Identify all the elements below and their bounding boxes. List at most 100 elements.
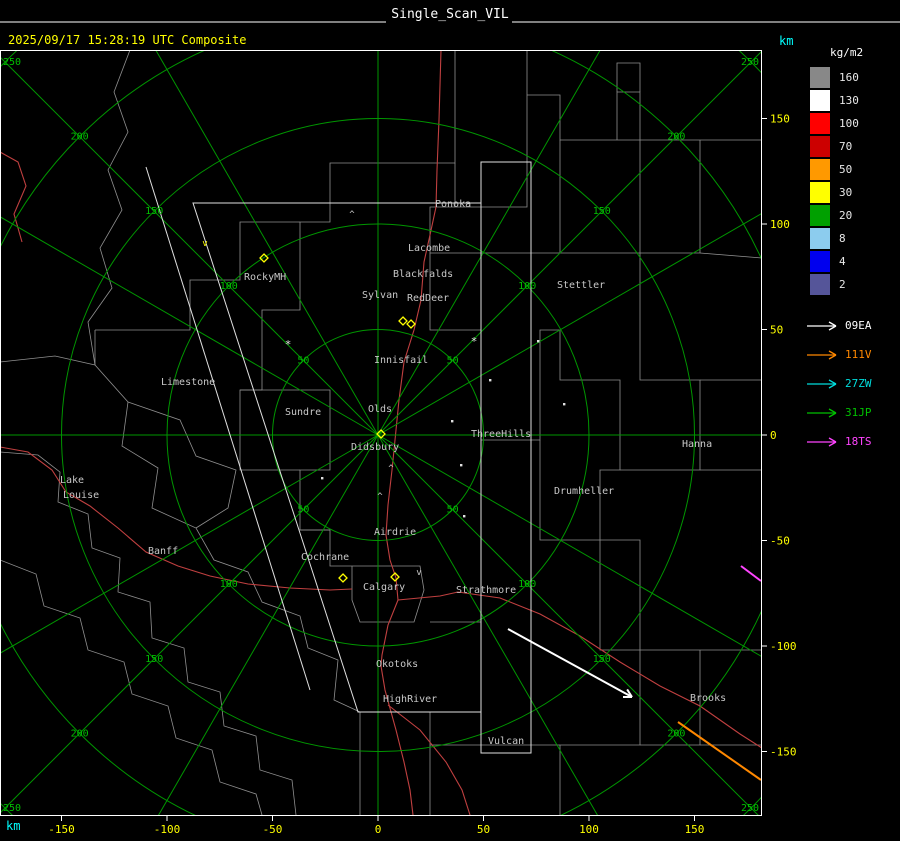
city-label: Sylvan (362, 290, 398, 301)
azimuth-spoke (0, 216, 379, 436)
legend-scale-value: 8 (839, 231, 846, 245)
highway-line (0, 151, 27, 243)
legend-color-swatch (810, 135, 830, 157)
range-ring (0, 50, 762, 816)
county-boundary (620, 253, 701, 471)
county-boundary (0, 451, 297, 816)
legend-scale-value: 2 (839, 277, 846, 291)
county-boundary (640, 140, 701, 254)
city-label: HighRiver (383, 694, 437, 705)
city-label: RedDeer (407, 293, 449, 304)
county-boundary (481, 329, 560, 441)
ring-distance-label: 250 (3, 57, 21, 68)
legend-panel: kg/m2 160 130 100 70 50 30 20 8 4 2 09EA 111V 27ZW 3… (800, 46, 900, 456)
ring-distance-label: 50 (447, 505, 459, 516)
track-legend-row: 18TS (800, 427, 900, 456)
county-boundary (87, 50, 131, 366)
legend-scale-row: 20 (800, 204, 900, 226)
county-boundary (559, 650, 641, 815)
legend-units-label: kg/m2 (830, 46, 864, 59)
asterisk-marker: * (471, 335, 478, 348)
timestamp-label: 2025/09/17 15:28:19 UTC Composite (8, 33, 247, 47)
ring-distance-label: 50 (447, 355, 459, 366)
ring-distance-label: 250 (3, 803, 21, 814)
legend-scale-value: 70 (839, 139, 853, 153)
legend-scale-row: 30 (800, 181, 900, 203)
city-label: Lacombe (408, 243, 450, 254)
bottom-axis-tick-label: 0 (375, 823, 382, 836)
radar-app-window: 50 50 50 50 100 100 100 100 150 150 150 150 200 200 20… (0, 0, 900, 841)
right-axis-tick-label: 150 (770, 113, 790, 126)
ring-distance-label: 50 (297, 505, 309, 516)
city-label: Olds (368, 404, 392, 415)
legend-scale-value: 30 (839, 185, 853, 199)
ring-distance-label: 250 (741, 803, 759, 814)
city-label: Didsbury (351, 442, 399, 453)
bottom-axis-unit-label: km (6, 819, 21, 833)
county-boundary (559, 140, 641, 254)
ring-distance-label: 200 (667, 728, 685, 739)
legend-scale-value: 50 (839, 162, 853, 176)
track-legend-row: 27ZW (800, 369, 900, 398)
legend-color-swatch (810, 181, 830, 203)
county-boundary (527, 94, 617, 141)
point-marker (489, 379, 492, 382)
radar-sector-outline (480, 161, 532, 754)
legend-scale-row: 50 (800, 158, 900, 180)
legend-scale-value: 100 (839, 116, 859, 130)
ring-distance-label: 200 (71, 728, 89, 739)
legend-scale-row: 70 (800, 135, 900, 157)
point-marker (537, 340, 540, 343)
county-boundary (127, 401, 237, 529)
bottom-axis-tick-label: -100 (154, 823, 181, 836)
legend-scale-value: 160 (839, 70, 859, 84)
point-marker (451, 420, 454, 423)
azimuth-spoke (377, 434, 762, 658)
caret-marker: ^ (388, 464, 394, 474)
caret-marker: v (416, 568, 421, 578)
site-marker-diamond (338, 573, 348, 583)
city-label: ThreeHills (471, 429, 531, 440)
right-axis-tick-label: 100 (770, 218, 790, 231)
ring-distance-label: 200 (71, 132, 89, 143)
point-marker (563, 403, 566, 406)
track-arrow-icon (807, 320, 837, 331)
legend-color-swatch (810, 66, 830, 88)
track-legend-row: 09EA (800, 311, 900, 340)
city-label: Brooks (690, 693, 726, 704)
point-marker (463, 515, 466, 518)
city-label: Vulcan (488, 736, 524, 747)
ring-distance-label: 150 (145, 654, 163, 665)
track-arrow-icon (807, 378, 837, 389)
track-id-label: 31JP (845, 406, 872, 419)
point-marker (460, 464, 463, 467)
site-marker-diamond (398, 316, 408, 326)
bottom-axis-tick-label: 100 (579, 823, 599, 836)
track-id-label: 27ZW (845, 377, 872, 390)
city-label: Ponoka (435, 199, 471, 210)
city-label: Drumheller (554, 486, 614, 497)
city-label: Louise (63, 490, 99, 501)
track-id-label: 111V (845, 348, 872, 361)
city-label: Stettler (557, 280, 605, 291)
legend-color-swatch (810, 250, 830, 272)
city-label: Blackfalds (393, 269, 453, 280)
city-label: Banff (148, 546, 178, 557)
legend-scale-row: 2 (800, 273, 900, 295)
azimuth-spoke (0, 56, 379, 436)
right-axis-unit-label: km (779, 34, 794, 48)
window-title: Single_Scan_VIL (391, 7, 509, 22)
legend-color-swatch (810, 112, 830, 134)
track-legend-row: 31JP (800, 398, 900, 427)
bottom-axis-tick-label: 50 (477, 823, 490, 836)
city-label: Okotoks (376, 659, 418, 670)
right-axis-tick-label: -150 (770, 746, 797, 759)
county-boundary (699, 252, 762, 259)
ring-distance-label: 150 (145, 206, 163, 217)
county-boundary (429, 253, 481, 331)
azimuth-spoke (377, 434, 599, 816)
radar-map-canvas[interactable]: 505050 50100100100 100150150150 15020020020… (0, 0, 900, 841)
ring-distance-label: 250 (741, 57, 759, 68)
color-scale: 160 130 100 70 50 30 20 8 4 2 (800, 66, 900, 295)
legend-scale-value: 130 (839, 93, 859, 107)
